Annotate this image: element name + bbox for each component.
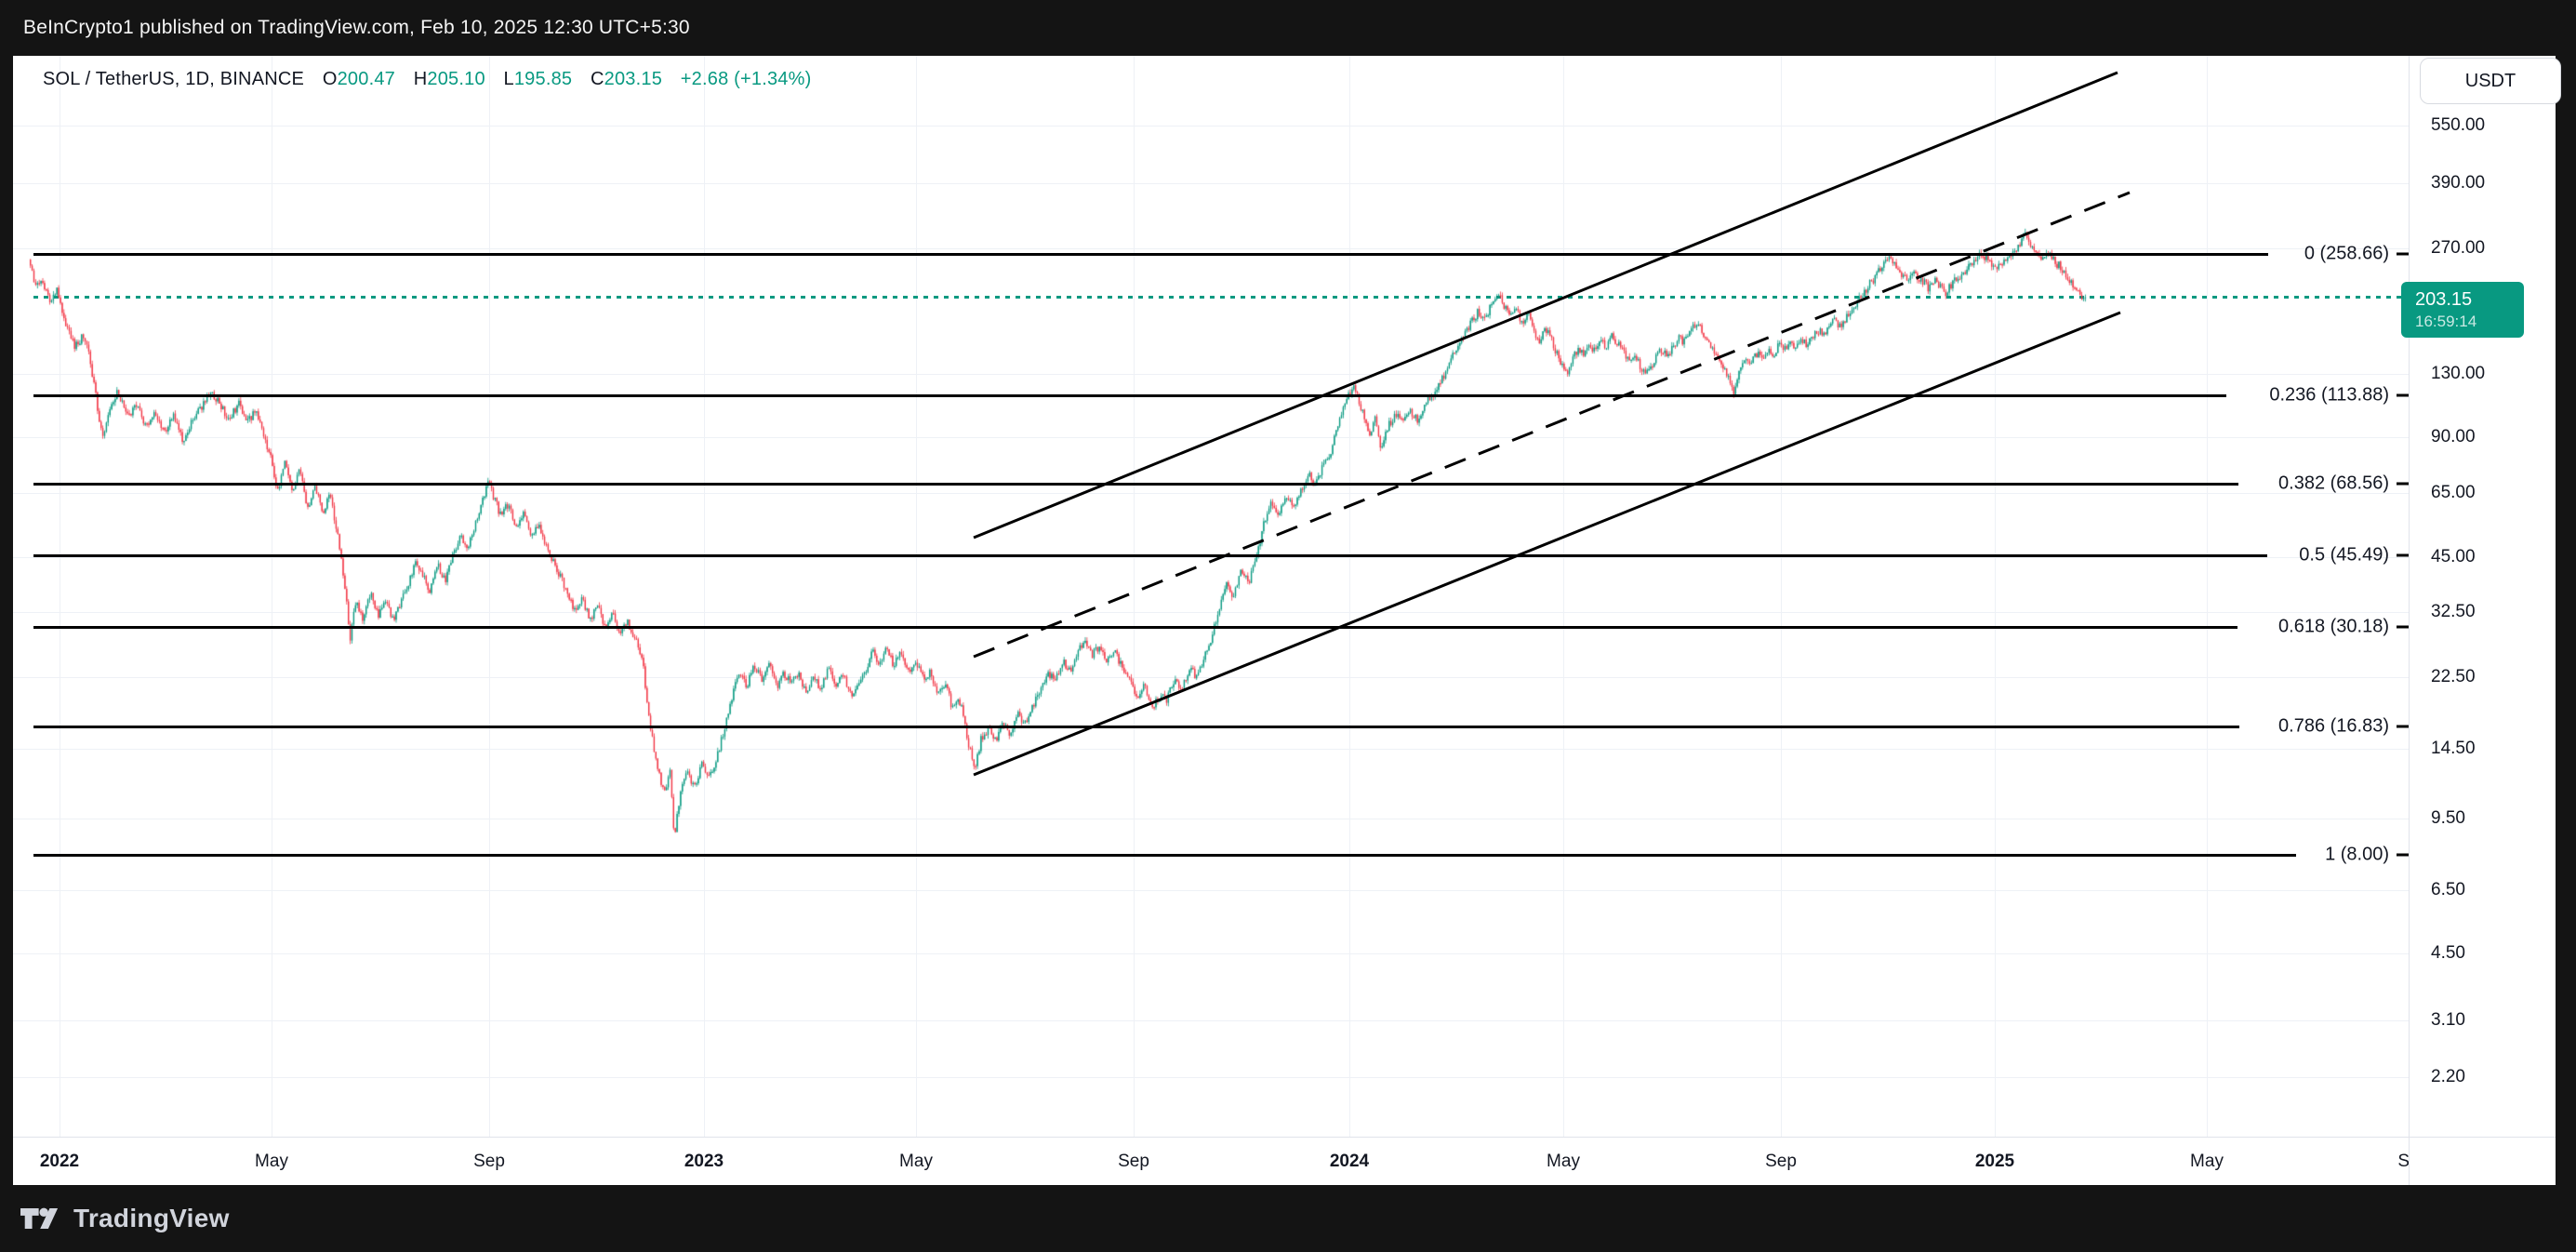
fib-label-tick <box>2397 394 2409 397</box>
fib-level-line[interactable] <box>33 483 2238 486</box>
footer-brand-text[interactable]: TradingView <box>73 1204 230 1233</box>
price-axis-label[interactable]: 390.00 <box>2431 173 2485 193</box>
legend-symbol[interactable]: SOL / TetherUS, 1D, BINANCE <box>43 69 304 89</box>
currency-label: USDT <box>2465 71 2516 92</box>
time-axis[interactable]: 2022 May Sep 2023 May Sep 2024 May Sep 2025 May Se <box>13 1138 2409 1185</box>
time-axis-label[interactable]: May <box>899 1152 933 1172</box>
fib-label-tick <box>2397 854 2409 857</box>
footer-bar: TradingView <box>0 1185 2576 1252</box>
fib-level-line[interactable] <box>33 554 2267 557</box>
price-axis-label[interactable]: 45.00 <box>2431 547 2476 567</box>
last-price-value: 203.15 <box>2415 288 2524 312</box>
legend-high-value: 205.10 <box>427 69 485 89</box>
last-price-badge[interactable]: 203.15 16:59:14 <box>2401 282 2524 338</box>
time-axis-label[interactable]: Sep <box>1118 1152 1149 1172</box>
fib-label-row: 0.786 (16.83) <box>2278 716 2409 738</box>
fib-label-tick <box>2397 554 2409 557</box>
price-axis-label[interactable]: 4.50 <box>2431 943 2465 964</box>
time-axis-label[interactable]: Se <box>2397 1152 2409 1172</box>
tradingview-logo-icon[interactable] <box>20 1206 61 1231</box>
fib-level-line[interactable] <box>33 626 2237 629</box>
legend-open-label: O <box>323 69 338 89</box>
time-axis-label[interactable]: May <box>255 1152 288 1172</box>
fib-label-row: 0 (258.66) <box>2304 244 2409 265</box>
legend-close-value: 203.15 <box>604 69 662 89</box>
chart-pane[interactable]: SOL / TetherUS, 1D, BINANCE O200.47 H205… <box>13 56 2409 1137</box>
chart-panel: SOL / TetherUS, 1D, BINANCE O200.47 H205… <box>13 56 2556 1185</box>
fib-label-row: 0.5 (45.49) <box>2299 545 2409 566</box>
header-bar: BeInCrypto1 published on TradingView.com… <box>0 0 2576 56</box>
time-axis-label[interactable]: Sep <box>473 1152 505 1172</box>
fib-level-line[interactable] <box>33 854 2296 857</box>
fib-label-row: 0.382 (68.56) <box>2278 473 2409 495</box>
price-axis-label[interactable]: 14.50 <box>2431 739 2476 759</box>
time-axis-label[interactable]: May <box>1547 1152 1580 1172</box>
time-axis-label[interactable]: 2025 <box>1975 1152 2014 1172</box>
price-axis-label[interactable]: 270.00 <box>2431 238 2485 259</box>
price-axis-label[interactable]: 65.00 <box>2431 483 2476 503</box>
fib-label-tick <box>2397 626 2409 629</box>
time-axis-label[interactable]: Sep <box>1765 1152 1797 1172</box>
legend-high-label: H <box>414 69 428 89</box>
fib-label-tick <box>2397 726 2409 728</box>
fib-level-label: 0.786 (16.83) <box>2278 716 2389 738</box>
fib-label-row: 1 (8.00) <box>2325 845 2409 866</box>
price-axis-label[interactable]: 22.50 <box>2431 667 2476 687</box>
fib-level-line[interactable] <box>33 394 2226 397</box>
price-scale[interactable]: USDT 550.00 390.00 270.00 130.00 90.00 65.00 4… <box>2410 56 2556 1185</box>
time-axis-label[interactable]: 2024 <box>1330 1152 1369 1172</box>
time-axis-label[interactable]: 2023 <box>684 1152 724 1172</box>
price-axis-label[interactable]: 32.50 <box>2431 602 2476 622</box>
price-axis-label[interactable]: 550.00 <box>2431 115 2485 136</box>
time-axis-label[interactable]: 2022 <box>40 1152 79 1172</box>
price-axis-label[interactable]: 2.20 <box>2431 1067 2465 1087</box>
legend-close-label: C <box>591 69 604 89</box>
price-axis-label[interactable]: 90.00 <box>2431 427 2476 447</box>
fib-level-line[interactable] <box>33 253 2268 256</box>
price-axis-label[interactable]: 130.00 <box>2431 364 2485 384</box>
fib-label-row: 0.236 (113.88) <box>2269 385 2409 406</box>
fib-level-label: 0.382 (68.56) <box>2278 473 2389 495</box>
candlestick-canvas[interactable] <box>13 56 2409 1137</box>
legend-open-value: 200.47 <box>338 69 395 89</box>
currency-toggle-button[interactable]: USDT <box>2420 58 2561 104</box>
legend-low-label: L <box>504 69 514 89</box>
fib-level-label: 0.5 (45.49) <box>2299 545 2389 566</box>
price-axis-label[interactable]: 3.10 <box>2431 1010 2465 1031</box>
fib-level-label: 0 (258.66) <box>2304 244 2389 265</box>
fib-level-label: 0.618 (30.18) <box>2278 617 2389 638</box>
fib-label-row: 0.618 (30.18) <box>2278 617 2409 638</box>
fib-level-line[interactable] <box>33 726 2239 728</box>
price-axis-label[interactable]: 6.50 <box>2431 880 2465 900</box>
fib-level-label: 1 (8.00) <box>2325 845 2389 866</box>
time-axis-label[interactable]: May <box>2190 1152 2224 1172</box>
bar-countdown-timer: 16:59:14 <box>2415 312 2524 331</box>
price-axis-label[interactable]: 9.50 <box>2431 808 2465 829</box>
header-attribution: BeInCrypto1 published on TradingView.com… <box>23 17 690 39</box>
fib-label-tick <box>2397 253 2409 256</box>
fib-level-label: 0.236 (113.88) <box>2269 385 2389 406</box>
symbol-legend[interactable]: SOL / TetherUS, 1D, BINANCE O200.47 H205… <box>43 69 811 90</box>
legend-change: +2.68 (+1.34%) <box>681 69 812 89</box>
legend-low-value: 195.85 <box>514 69 572 89</box>
fib-label-tick <box>2397 483 2409 486</box>
